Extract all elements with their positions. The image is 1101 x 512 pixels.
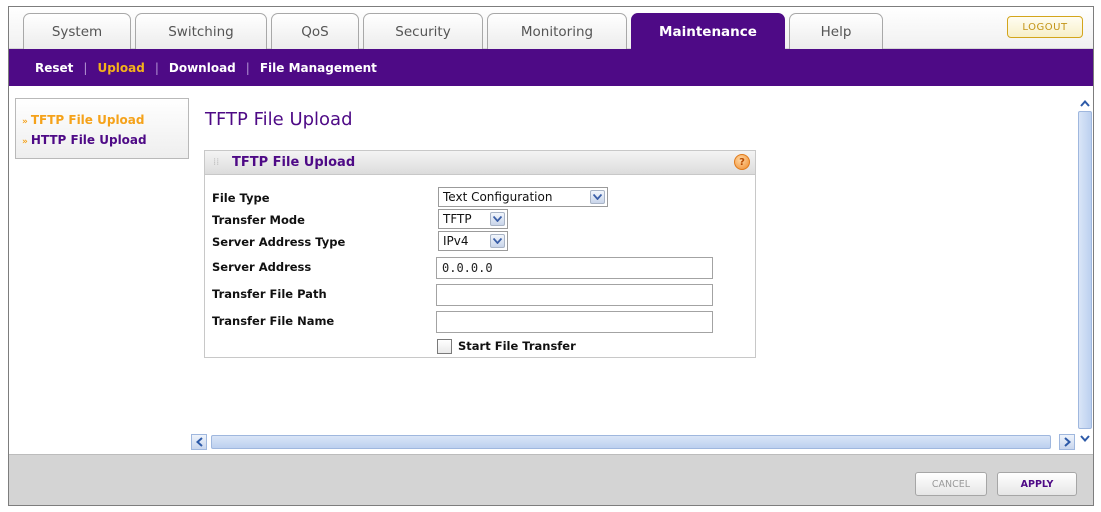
subnav-upload[interactable]: Upload xyxy=(97,61,144,75)
tab-security[interactable]: Security xyxy=(363,13,483,49)
panel-title: TFTP File Upload xyxy=(232,155,356,170)
transfer-mode-label: Transfer Mode xyxy=(212,213,305,227)
server-address-type-select[interactable]: IPv4 xyxy=(438,231,508,251)
logout-button[interactable]: LOGOUT xyxy=(1007,16,1083,38)
chevron-right-icon: » xyxy=(22,137,28,147)
chevron-up-icon[interactable] xyxy=(1078,96,1092,110)
app-window: System Switching QoS Security Monitoring… xyxy=(8,6,1094,506)
vertical-scrollbar[interactable] xyxy=(1077,95,1093,447)
chevron-right-icon[interactable] xyxy=(1059,434,1075,450)
subnav-separator: | xyxy=(83,60,88,75)
server-address-input[interactable] xyxy=(436,257,713,279)
tab-maintenance[interactable]: Maintenance xyxy=(631,13,785,50)
file-type-value: Text Configuration xyxy=(443,190,553,204)
tab-help[interactable]: Help xyxy=(789,13,883,49)
tab-monitoring[interactable]: Monitoring xyxy=(487,13,627,49)
footer-bar: CANCEL APPLY xyxy=(9,454,1093,505)
transfer-file-path-input[interactable] xyxy=(436,284,713,306)
transfer-mode-value: TFTP xyxy=(443,212,472,226)
panel-header: ⁞⁞ TFTP File Upload ? xyxy=(205,151,755,175)
subnav-file-management[interactable]: File Management xyxy=(260,61,377,75)
leftnav-label: TFTP File Upload xyxy=(30,113,145,127)
transfer-file-path-label: Transfer File Path xyxy=(212,287,327,301)
grip-icon: ⁞⁞ xyxy=(213,157,220,168)
start-file-transfer-checkbox[interactable] xyxy=(437,339,452,354)
leftnav-http-file-upload[interactable]: » HTTP File Upload xyxy=(22,131,188,151)
leftnav-label: HTTP File Upload xyxy=(30,133,147,147)
file-type-label: File Type xyxy=(212,191,270,205)
server-address-type-label: Server Address Type xyxy=(212,235,346,249)
chevron-down-icon xyxy=(490,212,505,226)
leftnav-tftp-file-upload[interactable]: » TFTP File Upload xyxy=(22,111,188,131)
apply-button[interactable]: APPLY xyxy=(997,472,1077,496)
chevron-down-icon[interactable] xyxy=(1078,431,1092,445)
vertical-scroll-thumb[interactable] xyxy=(1078,111,1092,429)
chevron-left-icon[interactable] xyxy=(191,434,207,450)
transfer-file-name-input[interactable] xyxy=(436,311,713,333)
page-title: TFTP File Upload xyxy=(205,109,353,130)
subnav-reset[interactable]: Reset xyxy=(35,61,73,75)
transfer-file-name-label: Transfer File Name xyxy=(212,314,335,328)
horizontal-scrollbar[interactable] xyxy=(191,434,1075,450)
chevron-down-icon xyxy=(590,190,605,204)
tftp-upload-panel: ⁞⁞ TFTP File Upload ? File Type Text Con… xyxy=(204,150,756,358)
left-nav: » TFTP File Upload » HTTP File Upload xyxy=(15,98,189,159)
file-type-select[interactable]: Text Configuration xyxy=(438,187,608,207)
tab-switching[interactable]: Switching xyxy=(135,13,267,49)
horizontal-scroll-thumb[interactable] xyxy=(211,435,1051,449)
chevron-right-icon: » xyxy=(22,117,28,127)
help-icon[interactable]: ? xyxy=(734,154,750,170)
subnav-separator: | xyxy=(154,60,159,75)
main-tab-bar: System Switching QoS Security Monitoring… xyxy=(9,7,1093,50)
server-address-label: Server Address xyxy=(212,260,312,274)
chevron-down-icon xyxy=(490,234,505,248)
tab-system[interactable]: System xyxy=(23,13,131,49)
sub-navigation: Reset | Upload | Download | File Managem… xyxy=(9,49,1093,86)
server-address-type-value: IPv4 xyxy=(443,234,469,248)
transfer-mode-select[interactable]: TFTP xyxy=(438,209,508,229)
cancel-button[interactable]: CANCEL xyxy=(915,472,987,496)
subnav-separator: | xyxy=(245,60,250,75)
subnav-download[interactable]: Download xyxy=(169,61,236,75)
tab-qos[interactable]: QoS xyxy=(271,13,359,49)
start-file-transfer-label: Start File Transfer xyxy=(458,339,576,353)
